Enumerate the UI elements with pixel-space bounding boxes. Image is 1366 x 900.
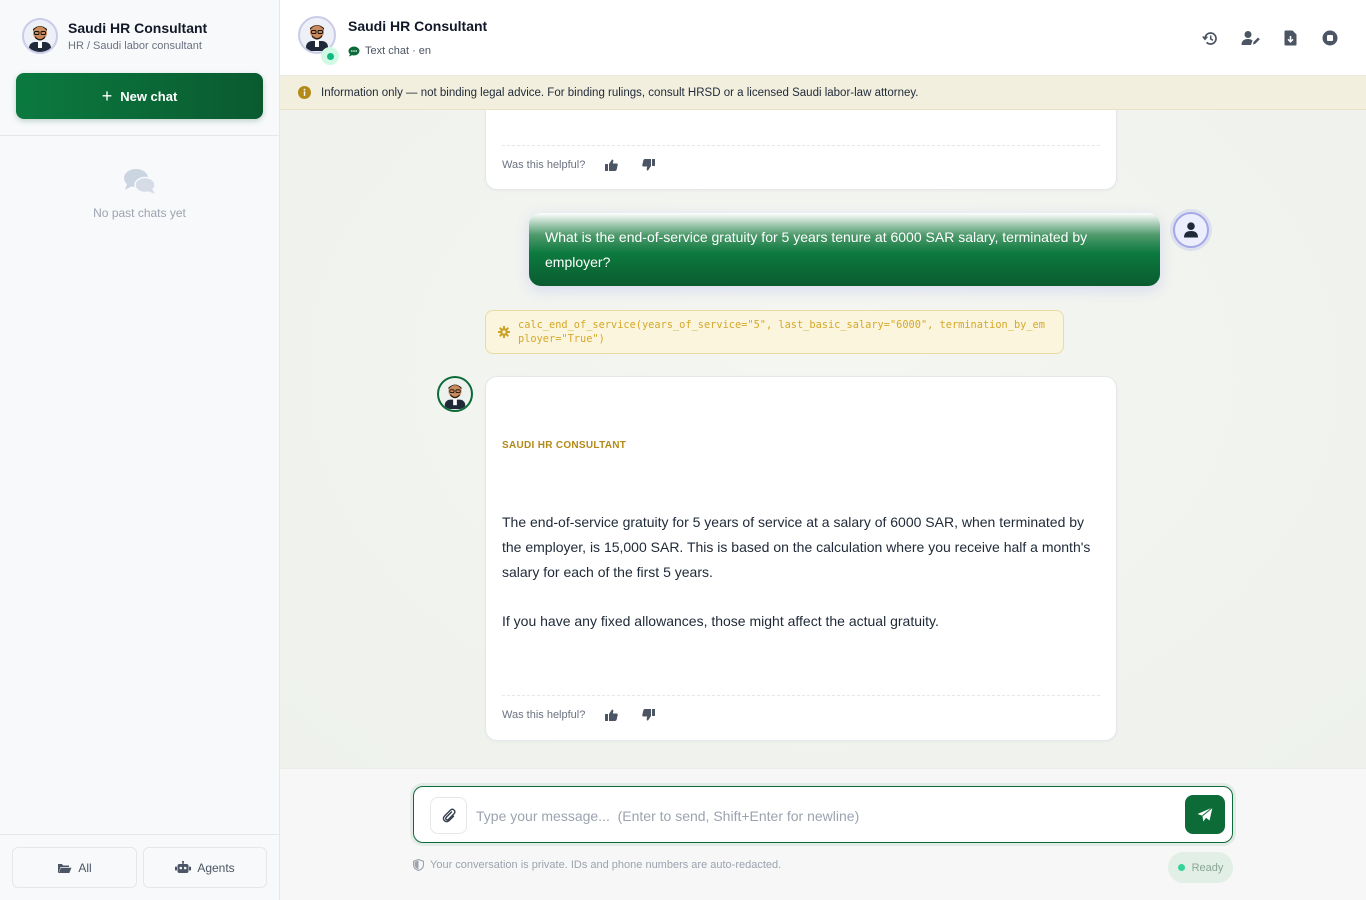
filter-agents-label: Agents — [197, 860, 235, 875]
thumbs-down-icon[interactable] — [642, 159, 656, 171]
empty-chats-label: No past chats yet — [93, 206, 186, 220]
previous-assistant-message: Was this helpful? — [485, 110, 1117, 190]
feedback-divider — [502, 695, 1100, 696]
user-edit-icon[interactable] — [1240, 28, 1260, 48]
privacy-text: Your conversation is private. IDs and ph… — [430, 859, 782, 871]
user-message-bubble: What is the end-of-service gratuity for … — [529, 213, 1160, 286]
sidebar-agent-name: Saudi HR Consultant — [68, 20, 208, 36]
header-actions — [1200, 28, 1340, 48]
shield-icon — [413, 859, 424, 871]
assistant-feedback-row: Was this helpful? — [502, 709, 656, 721]
empty-chats-state: No past chats yet — [0, 168, 279, 220]
status-label: Ready — [1191, 861, 1224, 874]
stop-icon[interactable] — [1320, 28, 1340, 48]
composer-area: Your conversation is private. IDs and ph… — [280, 768, 1366, 900]
agent-portrait-icon — [444, 384, 466, 409]
tool-call-code: calc_end_of_service(years_of_service="5"… — [518, 319, 1045, 345]
agent-portrait-icon — [29, 26, 51, 52]
message-list[interactable]: Was this helpful? What is the end-of-ser… — [280, 110, 1366, 768]
thumbs-up-icon[interactable] — [605, 709, 619, 721]
sidebar-agent-role: HR / Saudi labor consultant — [68, 40, 202, 52]
filter-agents-button[interactable]: Agents — [143, 847, 267, 888]
sidebar-agent-header: Saudi HR Consultant HR / Saudi labor con… — [22, 18, 207, 54]
connection-status-badge: Ready — [1168, 852, 1233, 883]
send-icon — [1197, 806, 1213, 821]
thumbs-up-icon[interactable] — [605, 159, 619, 171]
feedback-label: Was this helpful? — [502, 159, 586, 171]
sidebar: Saudi HR Consultant HR / Saudi labor con… — [0, 0, 280, 900]
header-subtitle-text: Text chat · en — [365, 45, 432, 57]
send-button[interactable] — [1185, 795, 1225, 834]
history-icon[interactable] — [1200, 28, 1220, 48]
sidebar-divider — [0, 135, 279, 136]
assistant-message-text: The end-of-service gratuity for 5 years … — [502, 510, 1104, 634]
new-chat-button[interactable]: + New chat — [16, 73, 263, 119]
status-dot — [1177, 864, 1185, 871]
message-composer — [413, 786, 1233, 843]
chat-bubbles-icon — [123, 169, 156, 194]
main-panel: Saudi HR Consultant Text chat · en Infor… — [280, 0, 1366, 900]
paperclip-icon — [442, 808, 456, 823]
header-title: Saudi HR Consultant — [348, 18, 488, 34]
assistant-paragraph: If you have any fixed allowances, those … — [502, 613, 939, 629]
assistant-message-card: SAUDI HR CONSULTANT The end-of-service g… — [485, 376, 1117, 741]
chat-header: Saudi HR Consultant Text chat · en — [280, 0, 1366, 76]
previous-feedback-row: Was this helpful? — [502, 159, 656, 171]
user-icon — [1184, 222, 1198, 238]
robot-icon — [175, 861, 192, 874]
download-file-icon[interactable] — [1280, 28, 1300, 48]
plus-icon: + — [101, 85, 113, 106]
header-subtitle: Text chat · en — [348, 45, 431, 57]
filter-all-button[interactable]: All — [12, 847, 137, 888]
chat-mode-icon — [348, 46, 360, 57]
privacy-note: Your conversation is private. IDs and ph… — [413, 859, 781, 871]
info-icon — [298, 86, 311, 99]
folder-open-icon — [57, 862, 72, 874]
feedback-divider — [502, 145, 1100, 146]
feedback-label: Was this helpful? — [502, 709, 586, 721]
thumbs-down-icon[interactable] — [642, 709, 656, 721]
user-avatar — [1173, 212, 1209, 248]
legal-disclaimer-banner: Information only — not binding legal adv… — [280, 76, 1366, 110]
new-chat-label: New chat — [120, 88, 178, 104]
assistant-paragraph: The end-of-service gratuity for 5 years … — [502, 514, 1091, 580]
attach-button[interactable] — [430, 797, 467, 834]
assistant-avatar — [437, 376, 473, 412]
filter-all-label: All — [78, 860, 92, 875]
sidebar-footer-divider — [0, 834, 279, 835]
agent-avatar — [22, 18, 58, 54]
online-status-dot — [321, 47, 339, 65]
message-input[interactable] — [476, 797, 1176, 834]
tool-call-block: calc_end_of_service(years_of_service="5"… — [485, 310, 1064, 354]
gear-icon — [498, 326, 510, 338]
assistant-name-label: SAUDI HR CONSULTANT — [502, 440, 627, 451]
legal-disclaimer-text: Information only — not binding legal adv… — [321, 86, 919, 99]
